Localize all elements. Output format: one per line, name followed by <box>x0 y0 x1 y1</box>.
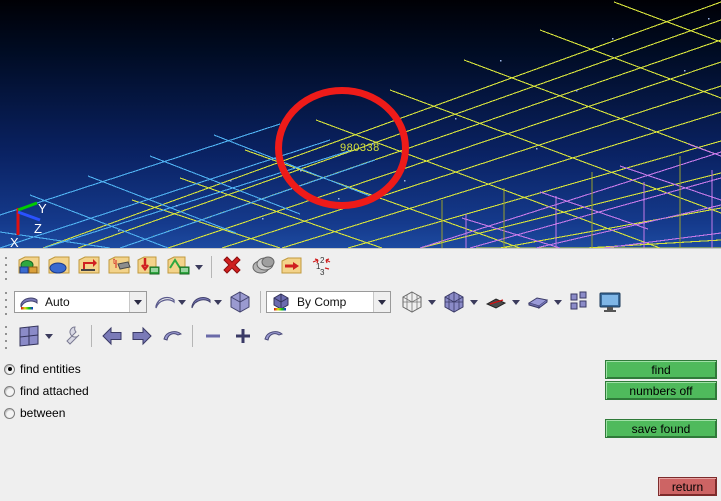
solid-cube-dropdown-caret[interactable] <box>470 300 478 305</box>
find-button[interactable]: find <box>605 360 717 379</box>
toolbar-separator <box>260 291 261 313</box>
color-mode-combo[interactable]: By Comp <box>266 291 391 313</box>
element-id-label: 980338 <box>340 142 380 154</box>
smooth-shading-icon[interactable] <box>189 287 213 317</box>
toolbar-separator <box>192 325 193 347</box>
next-view-icon[interactable] <box>127 321 157 351</box>
toolbar-separator <box>211 256 212 278</box>
mask-icon[interactable] <box>247 252 277 282</box>
undo-view-icon[interactable] <box>157 321 187 351</box>
radio-find-entities[interactable]: find entities <box>4 362 81 376</box>
mesh-lines-icon[interactable] <box>397 287 427 317</box>
feature-angle-icon[interactable] <box>565 287 595 317</box>
axis-triad: Y Z X <box>10 201 47 248</box>
radio-indicator <box>4 386 15 397</box>
mesh-lines-dropdown-caret[interactable] <box>428 300 436 305</box>
find-panel: find entities find attached between elem… <box>0 356 721 501</box>
axis-label-x: X <box>10 235 19 248</box>
toolbar-area: t <box>0 248 721 356</box>
delete-icon[interactable] <box>217 252 247 282</box>
organize-icon[interactable] <box>164 252 194 282</box>
reverse-icon[interactable] <box>74 252 104 282</box>
thickness-icon[interactable]: t <box>104 252 134 282</box>
axis-label-y: Y <box>38 201 47 216</box>
display-components-icon[interactable] <box>14 252 44 282</box>
mesh-lines-primary <box>43 2 721 248</box>
radio-label: find attached <box>20 384 89 398</box>
radio-between[interactable]: between <box>4 406 65 420</box>
wireframe-shading-icon[interactable] <box>153 287 177 317</box>
return-button[interactable]: return <box>658 477 717 496</box>
toolbar-separator <box>91 325 92 347</box>
shrink-dropdown-caret[interactable] <box>554 300 562 305</box>
shrink-elements-icon[interactable] <box>523 287 553 317</box>
mesh-nodes <box>118 18 710 232</box>
radio-find-attached[interactable]: find attached <box>4 384 89 398</box>
redo-view-icon[interactable] <box>258 321 288 351</box>
zoom-in-icon[interactable] <box>228 321 258 351</box>
toolbar-row-view <box>0 319 721 353</box>
wireframe-dropdown-caret[interactable] <box>178 300 186 305</box>
normals-dropdown-caret[interactable] <box>512 300 520 305</box>
previous-view-icon[interactable] <box>97 321 127 351</box>
radio-label: find entities <box>20 362 81 376</box>
toolbar-grip[interactable] <box>2 323 11 349</box>
organize-dropdown-caret[interactable] <box>195 265 203 270</box>
axis-label-z: Z <box>34 221 42 236</box>
unmask-icon[interactable] <box>277 252 307 282</box>
element-normals-icon[interactable] <box>481 287 511 317</box>
tools-wrench-icon[interactable] <box>56 321 86 351</box>
solid-cube-icon[interactable] <box>439 287 469 317</box>
view-layout-icon[interactable] <box>14 321 44 351</box>
mesh-lines-secondary <box>0 124 375 248</box>
color-mode-label: By Comp <box>295 295 346 309</box>
monitor-icon[interactable] <box>595 287 625 317</box>
toolbar-grip[interactable] <box>2 289 11 315</box>
svg-text:2: 2 <box>320 256 325 265</box>
zoom-out-icon[interactable] <box>198 321 228 351</box>
application-window: Y Z X 980338 <box>0 0 721 501</box>
import-icon[interactable] <box>134 252 164 282</box>
numbers-icon[interactable]: 2 1 3 <box>307 252 337 282</box>
radio-indicator <box>4 408 15 419</box>
view-layout-dropdown-caret[interactable] <box>45 334 53 339</box>
shading-icon <box>15 292 43 312</box>
radio-indicator <box>4 364 15 375</box>
toolbar-row-visualization: Auto <box>0 285 721 319</box>
toolbar-grip[interactable] <box>2 254 11 280</box>
color-mode-dropdown[interactable] <box>373 292 390 312</box>
numbers-off-button[interactable]: numbers off <box>605 381 717 400</box>
color-cube-icon <box>267 292 295 312</box>
display-elements-icon[interactable] <box>44 252 74 282</box>
shading-mode-combo[interactable]: Auto <box>14 291 147 313</box>
shading-mode-label: Auto <box>43 295 70 309</box>
toolbar-row-display: t <box>0 249 721 285</box>
solid-shading-icon[interactable] <box>225 287 255 317</box>
radio-label: between <box>20 406 65 420</box>
shading-mode-dropdown[interactable] <box>129 292 146 312</box>
mesh-wireframe: Y Z X <box>0 0 721 248</box>
save-found-button[interactable]: save found <box>605 419 717 438</box>
graphics-viewport[interactable]: Y Z X 980338 <box>0 0 721 248</box>
smooth-dropdown-caret[interactable] <box>214 300 222 305</box>
svg-text:3: 3 <box>320 268 325 277</box>
